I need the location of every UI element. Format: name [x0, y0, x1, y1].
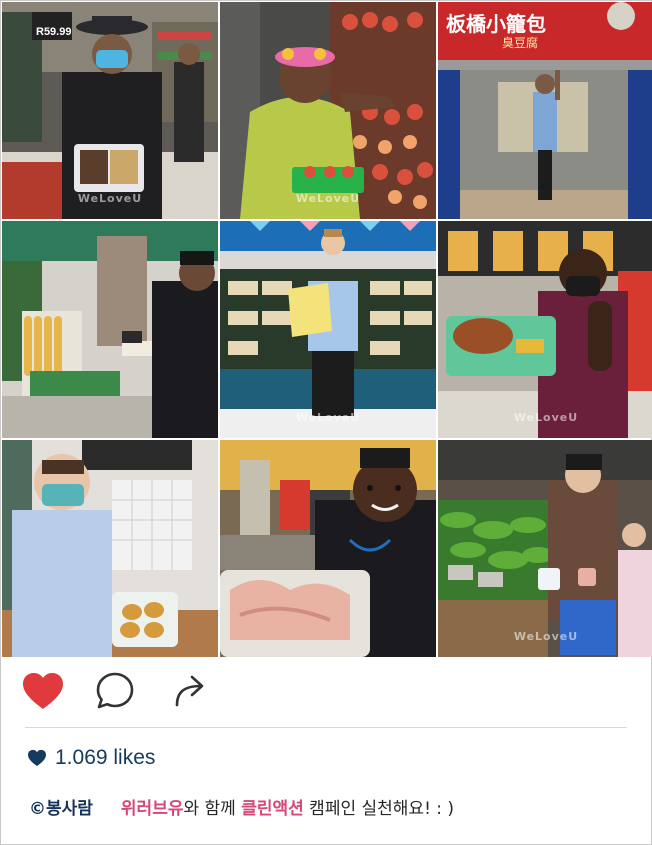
comment-bubble-icon: [96, 672, 134, 709]
photo-collage: R59.99 WeLoveU WeLoveU 板橋小籠包 臭豆腐 WeLoveU…: [2, 2, 652, 657]
photo-woman-market-vegetables-image: [438, 440, 652, 657]
small-heart-icon: [28, 749, 46, 767]
caption-text: 와 함께: [183, 798, 242, 819]
likes-text: 1.069 likes: [55, 746, 156, 769]
photo-man-shopping-bag[interactable]: WeLoveU: [220, 221, 436, 438]
watermark: WeLoveU: [295, 192, 361, 205]
caption-username[interactable]: ©봉사람: [29, 794, 93, 819]
watermark: WeLoveU: [77, 192, 143, 205]
photo-man-chicken-container[interactable]: WeLoveU: [438, 221, 652, 438]
photo-woman-meat-container[interactable]: [220, 440, 436, 657]
watermark: WeLoveU: [513, 411, 579, 424]
photo-man-cake-box-image: [2, 2, 218, 219]
likes-count[interactable]: 1.069 likes: [27, 743, 155, 773]
photo-man-chicken-container-image: [438, 221, 652, 438]
instagram-post-card: R59.99 WeLoveU WeLoveU 板橋小籠包 臭豆腐 WeLoveU…: [0, 0, 652, 845]
share-button[interactable]: [165, 667, 213, 715]
photo-man-shopping-bag-image: [220, 221, 436, 438]
photo-woman-market-vegetables[interactable]: WeLoveU: [438, 440, 652, 657]
photo-woman-fruit-basket-image: [220, 2, 436, 219]
action-bar: [1, 661, 651, 721]
shop-sign: 板橋小籠包: [446, 12, 546, 36]
shop-sign-subtitle: 臭豆腐: [502, 36, 539, 50]
photo-man-cake-box[interactable]: R59.99 WeLoveU: [2, 2, 218, 219]
photo-woman-fruit-basket[interactable]: WeLoveU: [220, 2, 436, 219]
photo-man-shop-entrance[interactable]: 板橋小籠包 臭豆腐: [438, 2, 652, 219]
caption-highlight-welovu: 위러브유: [120, 798, 184, 819]
price-sign: R59.99: [36, 26, 72, 38]
caption-text-end: 캠페인 실천해요! : ): [303, 798, 455, 819]
like-button[interactable]: [19, 667, 67, 715]
photo-woman-snack-stall-image: [2, 221, 218, 438]
post-caption: ©봉사람 위러브유 와 함께 클린액션 캠페인 실천해요! : ): [29, 791, 629, 821]
comment-button[interactable]: [91, 667, 139, 715]
share-arrow-icon: [175, 675, 204, 707]
photo-man-bread-container-image: [2, 440, 218, 657]
watermark: WeLoveU: [513, 630, 579, 643]
photo-woman-meat-container-image: [220, 440, 436, 657]
caption-highlight-cleanaction: 클린액션: [241, 798, 304, 819]
watermark: WeLoveU: [295, 411, 361, 424]
heart-filled-icon: [23, 673, 63, 709]
photo-man-bread-container[interactable]: [2, 440, 218, 657]
photo-woman-snack-stall[interactable]: [2, 221, 218, 438]
divider: [25, 727, 627, 728]
